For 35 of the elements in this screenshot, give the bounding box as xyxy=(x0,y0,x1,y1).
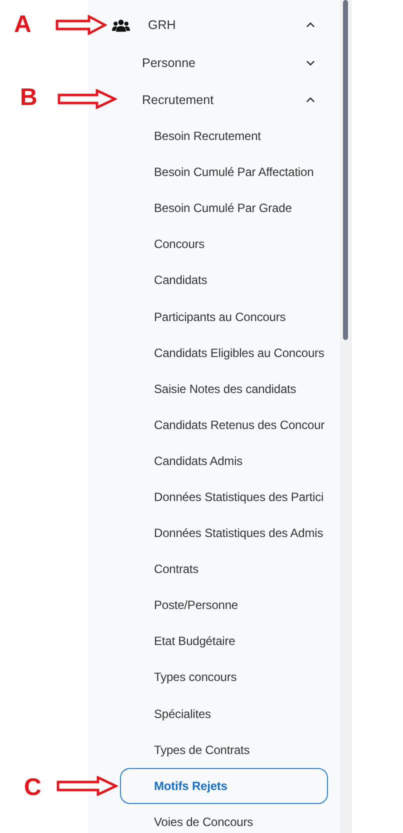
submenu-item[interactable]: Voies de Concours xyxy=(120,804,328,833)
submenu-item[interactable]: Candidats Retenus des Concour xyxy=(120,406,328,443)
submenu-item[interactable]: Besoin Recrutement xyxy=(120,118,328,154)
annotation-letter: B xyxy=(20,84,38,112)
annotation-letter: A xyxy=(14,11,32,39)
submenu-item[interactable]: Poste/Personne xyxy=(120,587,328,624)
annotation-letter: C xyxy=(24,774,42,802)
menu-item[interactable]: Recrutement xyxy=(142,92,214,106)
submenu-item[interactable]: Contrats xyxy=(120,551,328,588)
submenu-item[interactable]: Besoin Cumulé Par Grade xyxy=(120,190,328,226)
annotation-arrow xyxy=(56,776,118,796)
people-icon xyxy=(112,19,130,32)
submenu-item[interactable]: Spécialites xyxy=(120,696,328,732)
chevron-icon[interactable] xyxy=(306,60,315,66)
annotation-arrow xyxy=(55,15,107,35)
submenu-item[interactable]: Concours xyxy=(120,226,328,262)
submenu-item[interactable]: Candidats xyxy=(120,262,328,298)
submenu-item[interactable]: Saisie Notes des candidats xyxy=(120,370,328,407)
submenu-item[interactable]: Motifs Rejets xyxy=(120,768,328,804)
menu-item[interactable]: Personne xyxy=(142,56,196,70)
submenu-item[interactable]: Données Statistiques des Admis xyxy=(120,515,328,552)
submenu-item[interactable]: Etat Budgétaire xyxy=(120,623,328,660)
submenu-item[interactable]: Données Statistiques des Partici xyxy=(120,478,328,515)
scrollbar-thumb[interactable] xyxy=(343,0,348,340)
scrollbar[interactable] xyxy=(340,0,352,833)
chevron-icon[interactable] xyxy=(306,97,315,103)
submenu-item[interactable]: Candidats Eligibles au Concours xyxy=(120,334,328,371)
submenu-item[interactable]: Participants au Concours xyxy=(120,298,328,335)
annotation-arrow xyxy=(57,89,117,109)
submenu-item[interactable]: Candidats Admis xyxy=(120,442,328,479)
submenu-item[interactable]: Besoin Cumulé Par Affectation xyxy=(120,154,328,190)
submenu-item[interactable]: Types concours xyxy=(120,659,328,696)
submenu-item[interactable]: Types de Contrats xyxy=(120,732,328,768)
menu-item[interactable]: GRH xyxy=(148,18,176,32)
chevron-icon[interactable] xyxy=(306,22,315,28)
